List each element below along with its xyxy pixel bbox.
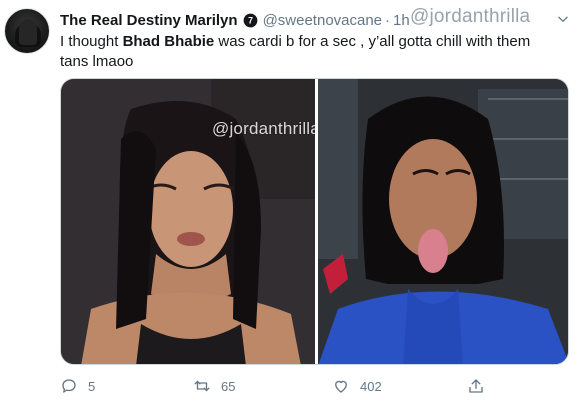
- reply-button[interactable]: 5: [60, 374, 95, 398]
- photo-right[interactable]: [318, 79, 568, 364]
- heart-icon: [335, 380, 347, 393]
- svg-text:7: 7: [248, 15, 253, 25]
- tweet-actions: 5 65 402: [60, 374, 560, 398]
- display-name[interactable]: The Real Destiny Marilyn: [60, 12, 238, 29]
- retweet-count: 65: [221, 378, 236, 394]
- retweet-icon: [194, 380, 210, 392]
- avatar[interactable]: [4, 8, 50, 54]
- handle[interactable]: @sweetnovacane: [263, 12, 382, 29]
- like-button[interactable]: 402: [332, 374, 382, 398]
- tweet[interactable]: The Real Destiny Marilyn 7 @sweetnovacan…: [0, 0, 580, 408]
- retweet-button[interactable]: 65: [193, 374, 235, 398]
- like-count: 402: [360, 378, 382, 394]
- reply-icon: [62, 379, 76, 393]
- share-button[interactable]: [467, 374, 495, 398]
- media-grid: @jordanthrilla: [60, 78, 569, 365]
- tweet-text-bold: Bhad Bhabie: [122, 33, 215, 50]
- chevron-down-icon[interactable]: [556, 12, 570, 26]
- avatar-figure: [19, 19, 37, 45]
- tweet-text: I thought Bhad Bhabie was cardi b for a …: [60, 32, 560, 72]
- photo-watermark: @jordanthrilla: [212, 119, 315, 138]
- photo-right-illustration: [318, 79, 568, 364]
- separator: ·: [385, 11, 391, 29]
- tweet-text-before: I thought: [60, 33, 123, 50]
- reply-count: 5: [88, 378, 96, 394]
- tweet-header: The Real Destiny Marilyn 7 @sweetnovacan…: [60, 9, 410, 31]
- verified-badge-icon: 7: [243, 13, 257, 27]
- watermark: @jordanthrilla: [410, 6, 531, 27]
- share-icon: [469, 379, 483, 393]
- photo-left[interactable]: @jordanthrilla: [61, 79, 315, 364]
- timestamp[interactable]: 1h: [393, 12, 410, 29]
